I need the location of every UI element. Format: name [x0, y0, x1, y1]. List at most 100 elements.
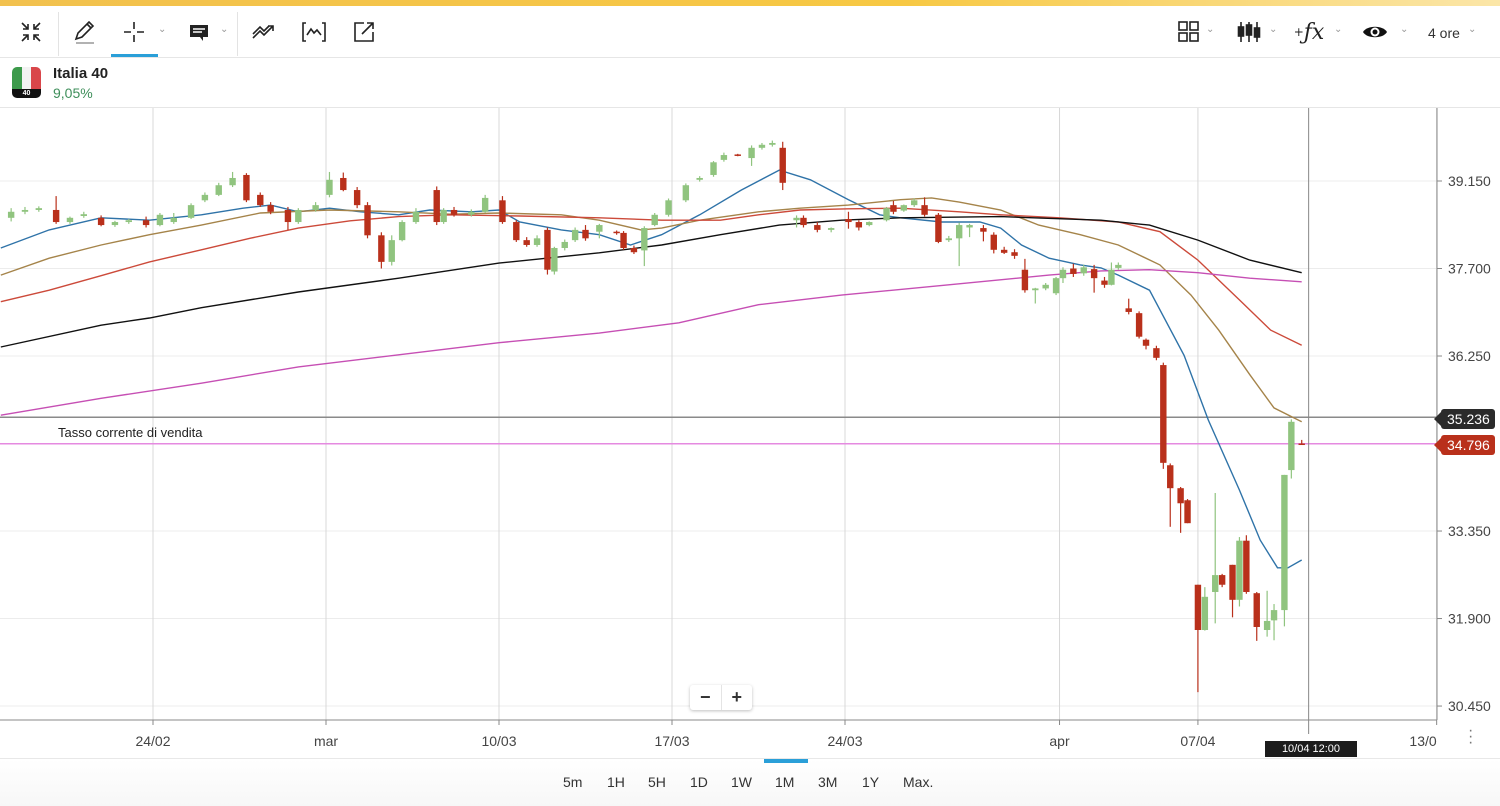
candle-body — [827, 228, 835, 230]
timeframe-1y[interactable]: 1Y — [862, 774, 879, 790]
trend-icon[interactable] — [248, 14, 280, 50]
candle-body — [921, 205, 928, 215]
candle-up — [900, 204, 908, 212]
crosshair-icon[interactable] — [118, 14, 150, 50]
candle-down — [142, 216, 150, 228]
layout-grid-icon[interactable] — [1175, 14, 1203, 50]
indicator-icon[interactable] — [298, 14, 330, 50]
timeframe-1w[interactable]: 1W — [731, 774, 752, 790]
fx-chevron-down-icon[interactable]: ⌄ — [1334, 24, 1342, 35]
candle-up — [966, 223, 973, 238]
comment-icon[interactable] — [184, 14, 214, 50]
candle-down — [990, 232, 997, 254]
eye-icon[interactable] — [1360, 14, 1390, 50]
candle-up — [80, 211, 87, 218]
candle-up — [388, 235, 395, 266]
price-chart[interactable]: 39.150 37.700 36.250 33.350 31.900 30.450 24/0… — [0, 108, 1500, 758]
crosshair-chevron-down-icon[interactable]: ⌄ — [158, 24, 166, 35]
candle-body — [388, 240, 395, 262]
timeframe-1d[interactable]: 1D — [690, 774, 708, 790]
interval-select[interactable]: 4 ore — [1428, 25, 1460, 41]
candle-down — [800, 215, 807, 228]
timeframe-3m[interactable]: 3M — [818, 774, 837, 790]
candle-body — [945, 238, 952, 241]
candle-down — [1253, 591, 1260, 641]
candle-body — [613, 231, 620, 234]
candle-body — [866, 222, 873, 226]
candle-body — [665, 200, 672, 215]
comment-chevron-down-icon[interactable]: ⌄ — [220, 24, 228, 35]
candle-down — [921, 197, 928, 217]
candle-body — [571, 229, 579, 241]
timeframe-1h[interactable]: 1H — [607, 774, 625, 790]
candle-up — [769, 140, 776, 147]
candle-up — [1212, 493, 1219, 624]
visibility-chevron-down-icon[interactable]: ⌄ — [1400, 24, 1408, 35]
candle-down — [1177, 486, 1184, 533]
candle-up — [201, 192, 209, 203]
candlestick-icon[interactable] — [1234, 14, 1264, 50]
interval-chevron-down-icon[interactable]: ⌄ — [1468, 24, 1476, 35]
candle-up — [170, 212, 177, 224]
external-link-icon[interactable] — [348, 14, 380, 50]
x-tick-label: 24/03 — [827, 733, 862, 749]
candle-body — [398, 222, 406, 241]
candle-body — [814, 225, 821, 230]
candle-body — [1229, 564, 1236, 600]
candle-body — [450, 209, 458, 215]
candle-down — [364, 202, 371, 239]
candle-body — [340, 177, 347, 191]
candle-body — [1059, 269, 1067, 279]
timeframe-bar: 5m 1H 5H 1D 1W 1M 3M 1Y Max. — [0, 758, 1500, 806]
candle-body — [758, 144, 766, 148]
candle-body — [748, 147, 755, 159]
pencil-icon[interactable] — [70, 14, 100, 50]
timeframe-max[interactable]: Max. — [903, 774, 933, 790]
zoom-in-button[interactable]: + — [722, 685, 753, 710]
candle-up — [187, 203, 195, 220]
candle-up — [793, 215, 800, 228]
active-tool-indicator — [111, 54, 158, 57]
candle-body — [582, 229, 589, 239]
fx-icon[interactable]: + ƒx — [1294, 14, 1325, 50]
x-tick-label: mar — [314, 733, 338, 749]
candle-down — [52, 196, 60, 224]
candle-body — [800, 217, 807, 226]
timeframe-5m[interactable]: 5m — [563, 774, 582, 790]
candle-body — [1270, 610, 1278, 621]
zoom-out-button[interactable]: − — [690, 685, 722, 710]
candle-up — [551, 246, 558, 275]
candle-up — [7, 208, 15, 222]
y-tick-label: 31.900 — [1448, 611, 1491, 627]
candle-down — [613, 230, 620, 235]
ma-magenta-line — [0, 268, 1302, 416]
candle-down — [1218, 573, 1226, 588]
sell-rate-label: Tasso corrente di vendita — [58, 425, 203, 440]
candle-down — [523, 237, 530, 247]
candle-body — [1070, 268, 1077, 274]
candle-up — [665, 198, 672, 217]
candle-body — [1298, 443, 1305, 446]
collapse-icon[interactable] — [14, 14, 48, 50]
candle-body — [80, 214, 87, 217]
candle-body — [620, 232, 627, 248]
active-timeframe-indicator — [764, 759, 808, 763]
candle-body — [793, 217, 800, 221]
timeframe-5h[interactable]: 5H — [648, 774, 666, 790]
candle-body — [1135, 313, 1143, 337]
layout-chevron-down-icon[interactable]: ⌄ — [1206, 24, 1214, 35]
candle-body — [911, 200, 918, 206]
candle-up — [955, 222, 963, 267]
candle-up — [412, 208, 420, 224]
chart-type-chevron-down-icon[interactable]: ⌄ — [1269, 24, 1277, 35]
candle-up — [1263, 590, 1271, 637]
timeframe-1m[interactable]: 1M — [775, 774, 794, 790]
candle-body — [845, 219, 852, 223]
candle-body — [1000, 249, 1008, 253]
candle-up — [641, 226, 648, 267]
candle-up — [440, 208, 447, 224]
candle-up — [748, 145, 755, 166]
candle-body — [267, 205, 274, 212]
candle-down — [1011, 249, 1018, 259]
more-options-icon[interactable]: · · · — [1468, 723, 1473, 751]
